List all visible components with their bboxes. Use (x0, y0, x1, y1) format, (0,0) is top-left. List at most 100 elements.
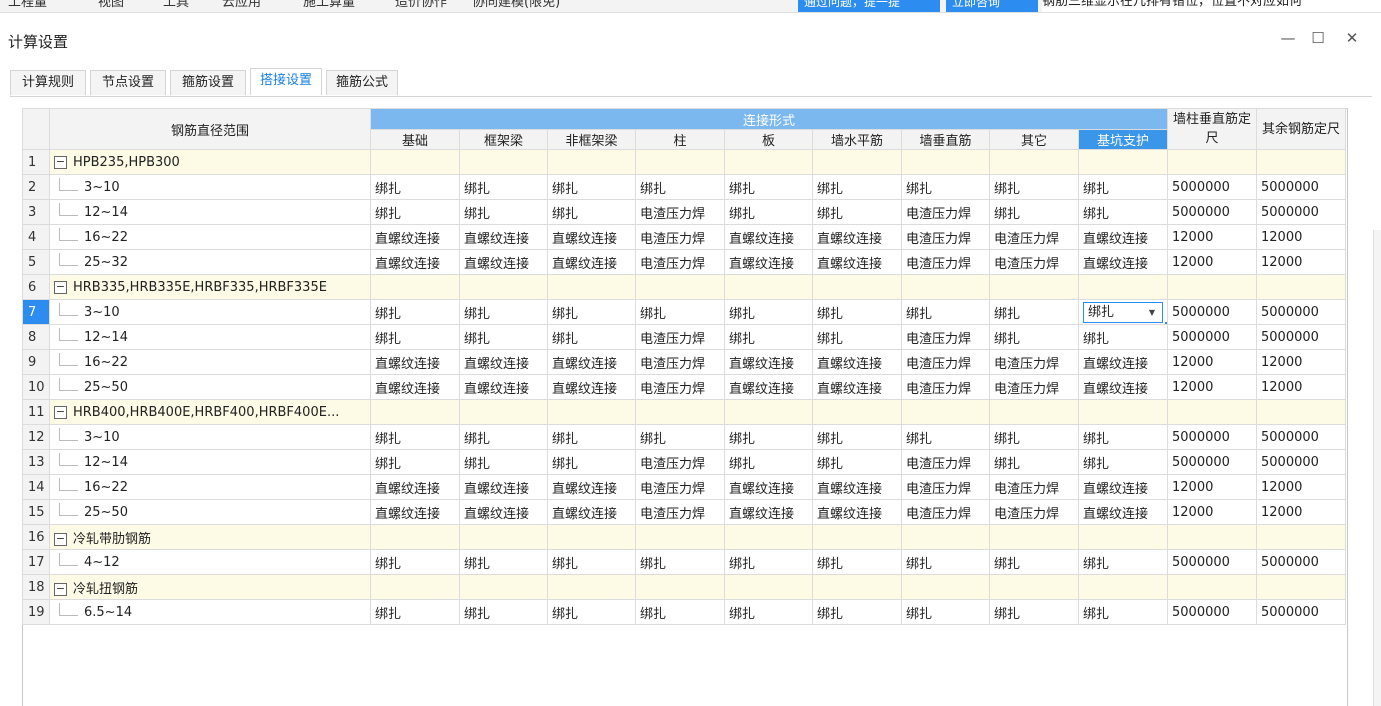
connection-type-cell[interactable]: 电渣压力焊 (635, 199, 725, 225)
stock-length-cell[interactable]: 5000000 (1167, 174, 1257, 200)
stock-length-cell[interactable]: 12000 (1167, 499, 1257, 525)
connection-type-cell[interactable]: 直螺纹连接 (812, 249, 902, 275)
connection-type-cell[interactable]: 绑扎 (724, 299, 813, 325)
connection-type-cell[interactable]: 直螺纹连接 (812, 374, 902, 400)
connection-type-cell[interactable]: 绑扎 (812, 174, 902, 200)
connection-type-cell[interactable]: 直螺纹连接 (812, 499, 902, 525)
connection-type-cell[interactable]: 直螺纹连接 (724, 349, 813, 375)
connection-type-cell[interactable]: 绑扎 (547, 199, 636, 225)
connection-type-cell[interactable]: 绑扎 (724, 174, 813, 200)
connection-type-cell[interactable]: 绑扎 (370, 599, 460, 625)
connection-type-cell[interactable]: 电渣压力焊 (635, 449, 725, 475)
connection-type-cell[interactable]: 绑扎 (1078, 199, 1168, 225)
connection-type-cell[interactable]: 绑扎 (812, 449, 902, 475)
row-number[interactable]: 10 (22, 374, 50, 400)
collapse-icon[interactable]: − (54, 405, 67, 419)
row-number[interactable]: 16 (22, 524, 50, 550)
connection-type-cell[interactable]: 绑扎 (459, 449, 548, 475)
menu-item-view[interactable]: 视图 (98, 0, 124, 10)
row-number[interactable]: 8 (22, 324, 50, 350)
connection-type-cell[interactable]: 绑扎 (989, 599, 1079, 625)
connection-type-cell[interactable]: 绑扎 (1078, 449, 1168, 475)
connection-type-cell[interactable]: 绑扎 (547, 599, 636, 625)
connection-type-cell[interactable]: 直螺纹连接 (547, 474, 636, 500)
connection-type-cell[interactable]: 绑扎 (812, 324, 902, 350)
connection-type-cell[interactable]: 绑扎 (989, 174, 1079, 200)
menu-item-bim[interactable]: 协同建模(限免) (472, 0, 560, 10)
connection-type-cell[interactable]: 绑扎 (812, 549, 902, 575)
stock-length-cell[interactable]: 12000 (1256, 224, 1346, 250)
connection-type-cell[interactable]: 绑扎 (724, 549, 813, 575)
connection-type-cell[interactable]: 电渣压力焊 (635, 499, 725, 525)
connection-type-cell[interactable]: 绑扎 (989, 324, 1079, 350)
connection-type-cell[interactable]: 直螺纹连接 (547, 349, 636, 375)
connection-type-cell[interactable]: 直螺纹连接 (547, 499, 636, 525)
menu-item-quantity[interactable]: 工程量 (8, 0, 47, 10)
menu-item-construction[interactable]: 施工算量 (303, 0, 355, 10)
connection-type-cell[interactable]: 绑扎 (547, 299, 636, 325)
connection-type-cell[interactable]: 电渣压力焊 (901, 349, 990, 375)
connection-type-cell[interactable]: 绑扎 (635, 424, 725, 450)
stock-length-cell[interactable]: 5000000 (1256, 199, 1346, 225)
connection-type-cell[interactable]: 绑扎 (459, 424, 548, 450)
tab-node-settings[interactable]: 节点设置 (90, 70, 166, 95)
connection-type-cell[interactable]: 直螺纹连接 (812, 224, 902, 250)
connection-type-cell[interactable]: 电渣压力焊 (901, 374, 990, 400)
consult-button[interactable]: 立即咨询 (946, 0, 1038, 12)
connection-type-dropdown[interactable]: 绑扎 ▼ (1083, 301, 1163, 323)
connection-type-cell[interactable]: 绑扎 (724, 449, 813, 475)
ask-question-button[interactable]: 通过问题，提一提 (798, 0, 940, 12)
connection-type-cell[interactable]: 绑扎 (547, 324, 636, 350)
connection-type-cell[interactable]: 直螺纹连接 (370, 474, 460, 500)
connection-type-cell[interactable]: 直螺纹连接 (370, 224, 460, 250)
stock-length-cell[interactable]: 12000 (1256, 474, 1346, 500)
connection-type-cell[interactable]: 电渣压力焊 (901, 199, 990, 225)
collapse-icon[interactable]: − (54, 280, 67, 294)
connection-type-cell[interactable]: 电渣压力焊 (901, 224, 990, 250)
connection-type-cell[interactable]: 绑扎 (370, 174, 460, 200)
connection-type-cell[interactable]: 绑扎 (459, 599, 548, 625)
connection-type-cell[interactable]: 绑扎 (635, 549, 725, 575)
connection-type-cell[interactable]: 绑扎 (459, 299, 548, 325)
close-icon[interactable]: ✕ (1340, 26, 1364, 50)
connection-type-cell[interactable]: 直螺纹连接 (459, 474, 548, 500)
connection-type-cell[interactable]: 绑扎 (724, 424, 813, 450)
menu-item-tools[interactable]: 工具 (163, 0, 189, 10)
connection-type-cell[interactable]: 直螺纹连接 (1078, 374, 1168, 400)
connection-type-cell[interactable]: 绑扎 (724, 324, 813, 350)
row-number[interactable]: 5 (22, 249, 50, 275)
connection-type-cell[interactable]: 直螺纹连接 (724, 249, 813, 275)
connection-type-cell[interactable]: 绑扎 (812, 299, 902, 325)
connection-type-cell[interactable]: 绑扎 (547, 424, 636, 450)
row-number[interactable]: 11 (22, 399, 50, 425)
connection-type-cell[interactable]: 绑扎 (812, 199, 902, 225)
selection-handle[interactable] (1165, 322, 1167, 324)
connection-type-cell[interactable]: 电渣压力焊 (901, 499, 990, 525)
stock-length-cell[interactable]: 12000 (1167, 249, 1257, 275)
connection-type-cell[interactable]: 直螺纹连接 (547, 249, 636, 275)
collapse-icon[interactable]: − (54, 155, 67, 169)
stock-length-cell[interactable]: 5000000 (1167, 424, 1257, 450)
connection-type-cell[interactable]: 绑扎 (547, 174, 636, 200)
stock-length-cell[interactable]: 5000000 (1256, 324, 1346, 350)
tab-stirrup-settings[interactable]: 箍筋设置 (170, 70, 246, 95)
connection-type-cell[interactable]: 绑扎 (547, 549, 636, 575)
connection-type-cell[interactable]: 绑扎 (547, 449, 636, 475)
row-number[interactable]: 9 (22, 349, 50, 375)
connection-type-cell[interactable]: 绑扎 (989, 549, 1079, 575)
connection-type-cell[interactable]: 绑扎 (901, 174, 990, 200)
connection-type-cell[interactable]: 绑扎 (635, 299, 725, 325)
maximize-icon[interactable]: ☐ (1306, 26, 1330, 50)
connection-type-dropdown-cell[interactable]: 绑扎 ▼ (1078, 299, 1168, 325)
connection-type-cell[interactable]: 电渣压力焊 (989, 349, 1079, 375)
tab-stirrup-formula[interactable]: 箍筋公式 (326, 70, 398, 95)
connection-type-cell[interactable]: 直螺纹连接 (459, 249, 548, 275)
menu-item-cloud[interactable]: 云应用 (222, 0, 261, 10)
connection-type-cell[interactable]: 电渣压力焊 (989, 374, 1079, 400)
connection-type-cell[interactable]: 绑扎 (459, 199, 548, 225)
connection-type-cell[interactable]: 绑扎 (901, 424, 990, 450)
tab-calc-rules[interactable]: 计算规则 (10, 70, 86, 95)
connection-type-cell[interactable]: 直螺纹连接 (370, 249, 460, 275)
connection-type-cell[interactable]: 绑扎 (1078, 549, 1168, 575)
connection-type-cell[interactable]: 直螺纹连接 (1078, 474, 1168, 500)
